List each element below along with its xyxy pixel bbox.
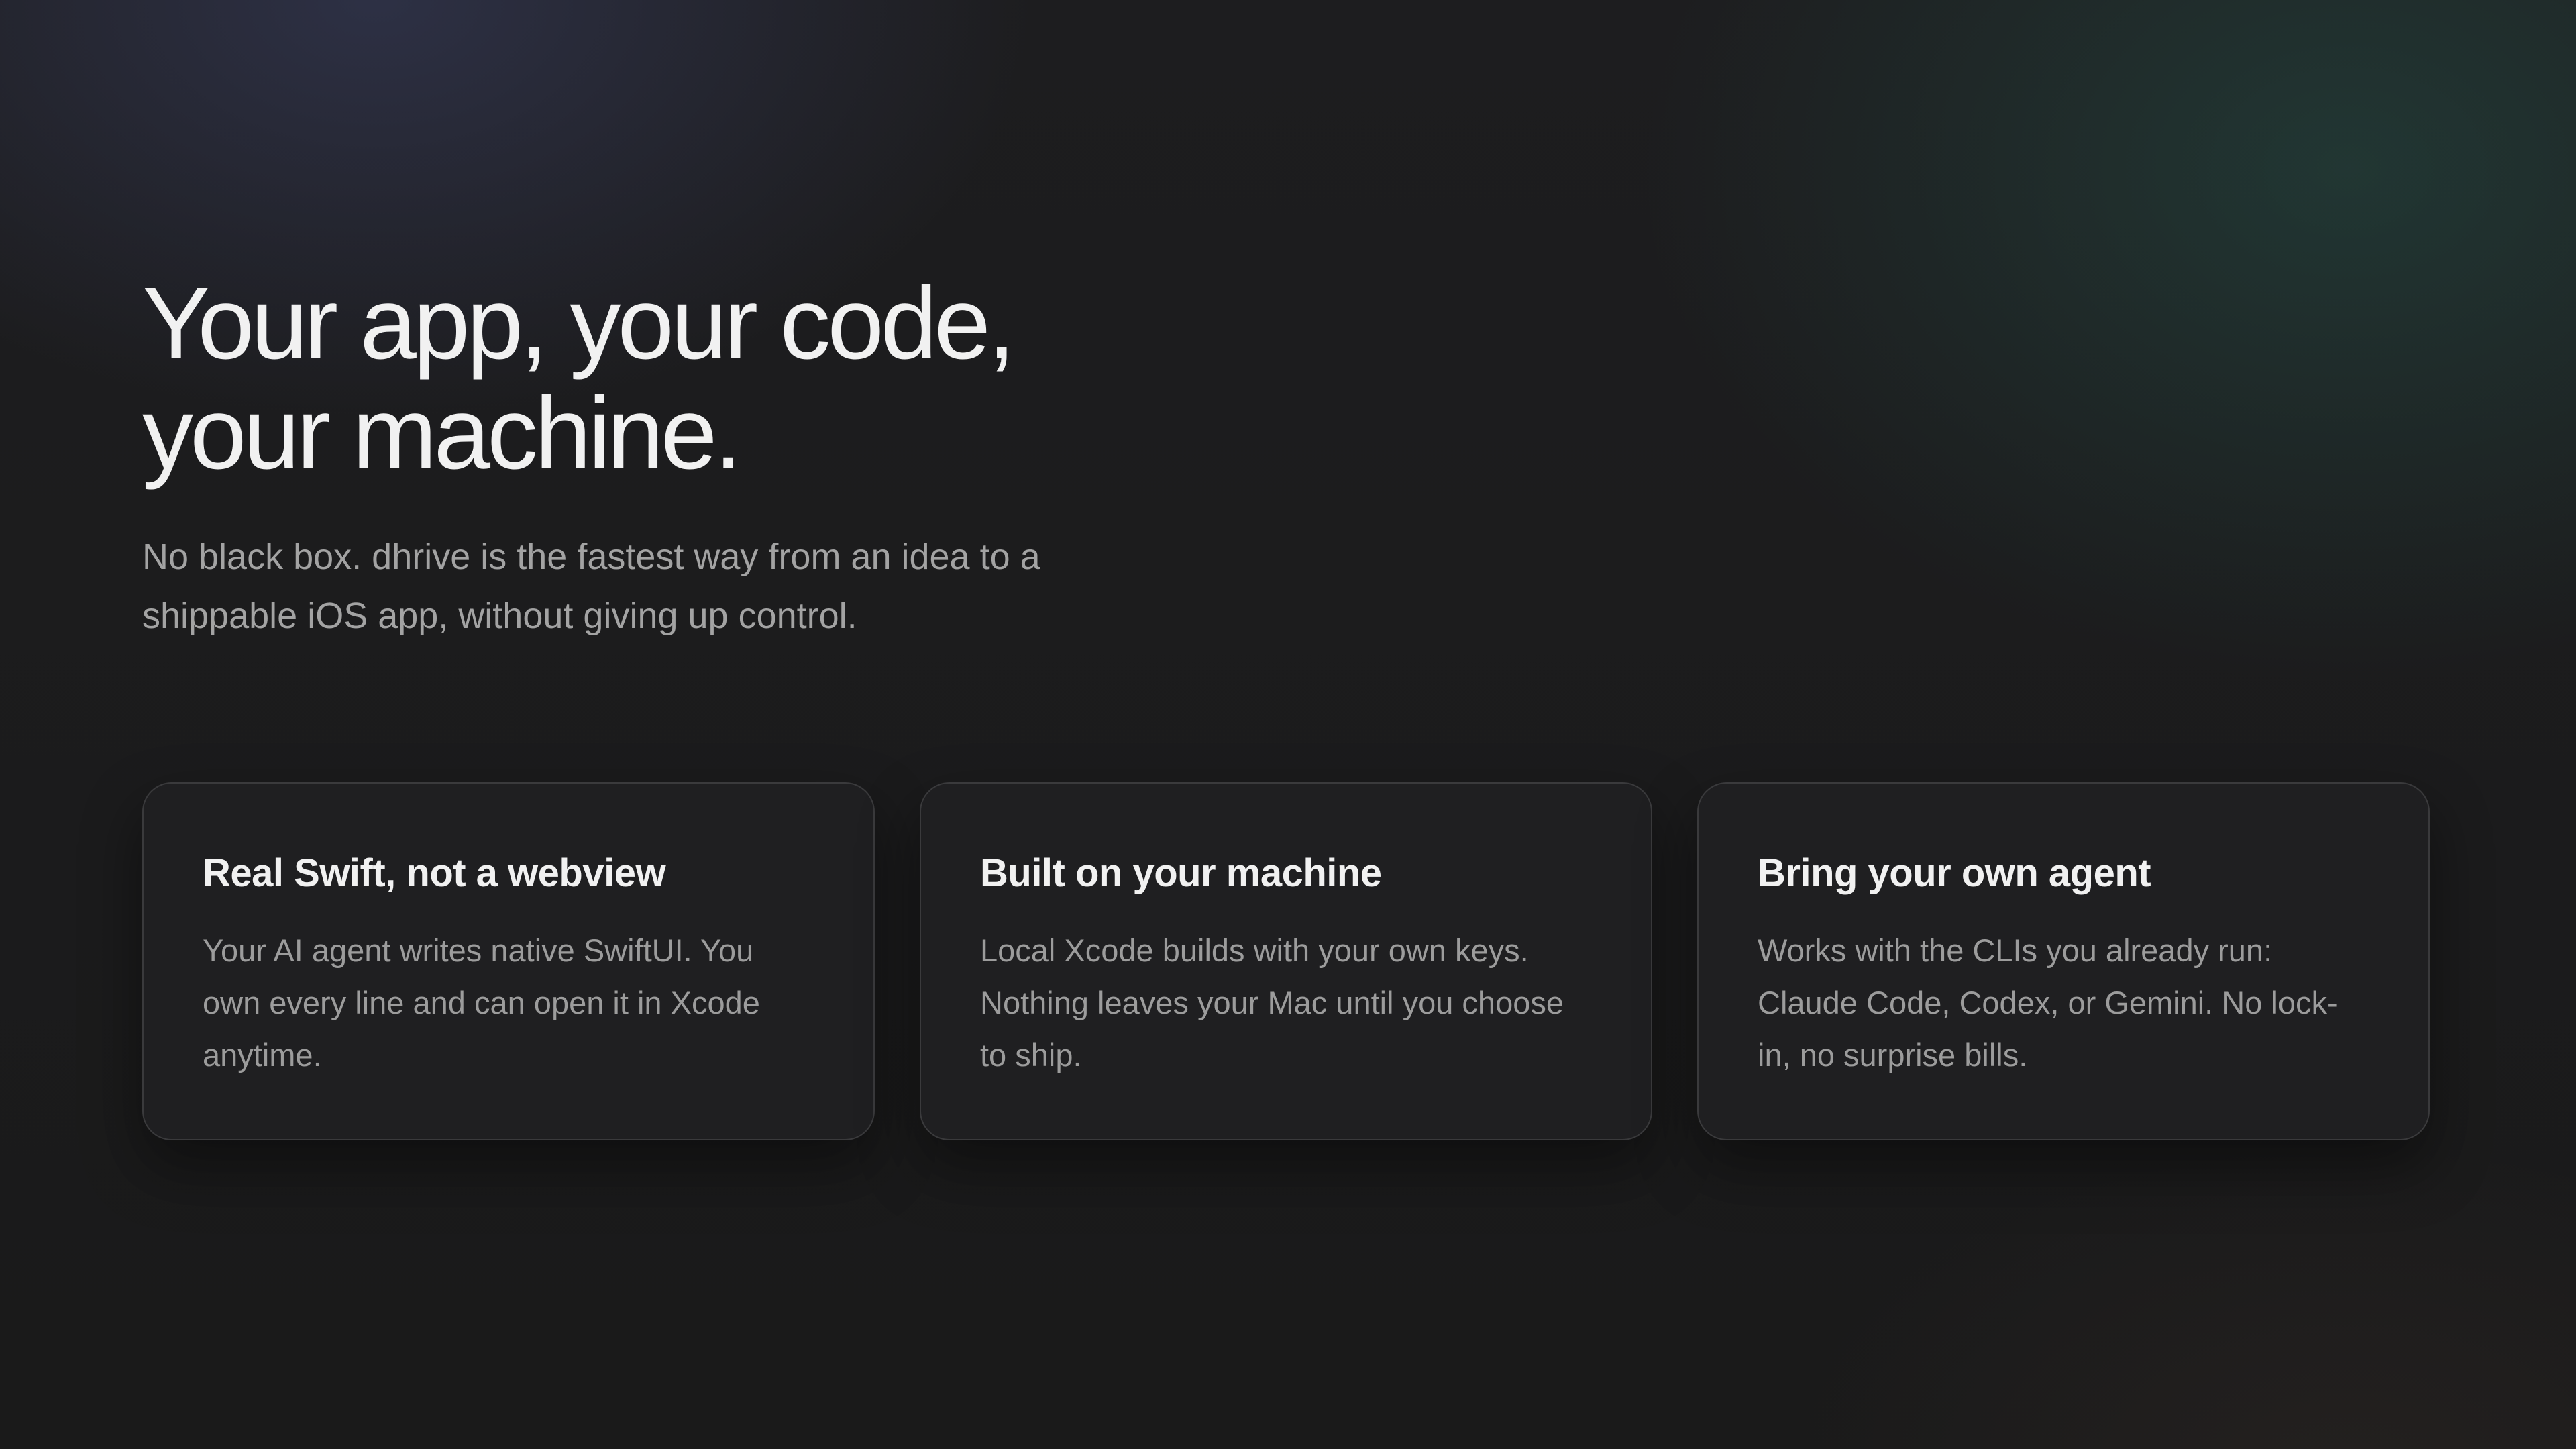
feature-card-text: Local Xcode builds with your own keys. N…: [980, 932, 1564, 1073]
feature-card-title: Built on your machine: [980, 851, 1382, 895]
feature-cards: Real Swift, not a webview Your AI agent …: [142, 782, 2434, 1144]
feature-card-real-swift: Real Swift, not a webview Your AI agent …: [142, 782, 875, 1140]
hero-section: Your app, your code, your machine. No bla…: [142, 268, 2434, 1140]
hero-description: No black box. dhrive is the fastest way …: [142, 537, 1040, 636]
hero-headline: Your app, your code, your machine.: [142, 268, 1081, 488]
feature-card-text: Your AI agent writes native SwiftUI. You…: [203, 932, 760, 1073]
hero-headline-line-1: Your app, your code,: [142, 266, 1016, 380]
hero-headline-line-2: your machine.: [142, 376, 743, 490]
feature-card-own-agent: Bring your own agent Works with the CLIs…: [1697, 782, 2430, 1140]
feature-card-text: Works with the CLIs you already run: Cla…: [1758, 932, 2338, 1073]
feature-card-title: Bring your own agent: [1758, 851, 2151, 895]
feature-card-built-on-machine: Built on your machine Local Xcode builds…: [920, 782, 1652, 1140]
feature-card-title: Real Swift, not a webview: [203, 851, 666, 895]
page-background: [0, 0, 2576, 1449]
